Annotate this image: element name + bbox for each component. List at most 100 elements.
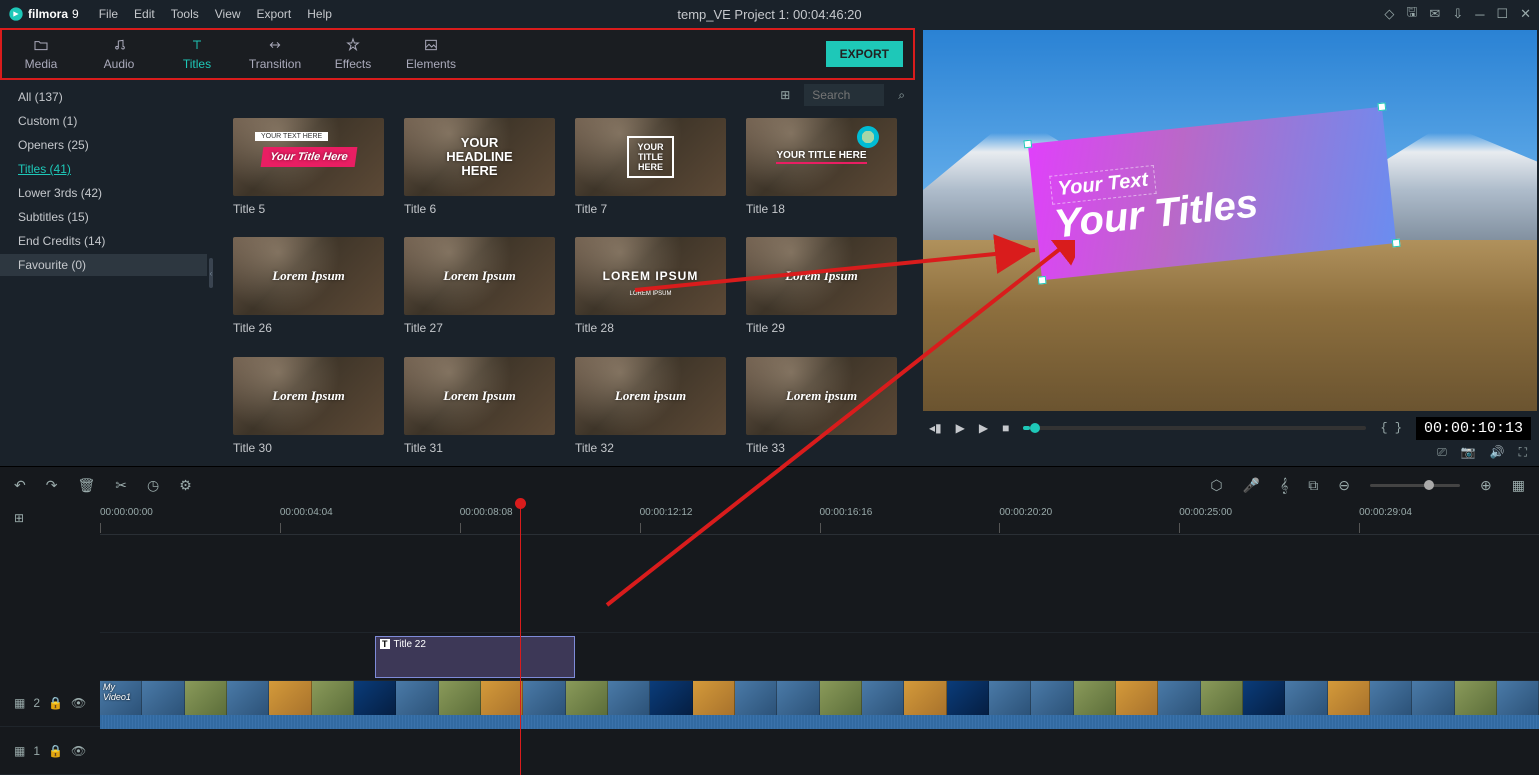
video-thumb[interactable] (904, 681, 946, 715)
export-button[interactable]: EXPORT (826, 41, 903, 67)
video-thumb[interactable] (1497, 681, 1539, 715)
title-thumbnail[interactable]: Your Title Here (233, 118, 384, 196)
title-thumbnail[interactable]: Lorem Ipsum (746, 237, 897, 315)
sidebar-item[interactable]: Subtitles (15) (0, 206, 207, 228)
title-thumbnail[interactable]: Lorem Ipsum (404, 237, 555, 315)
video-thumb[interactable] (820, 681, 862, 715)
audio-mixer-icon[interactable]: 𝄞 (1280, 477, 1288, 494)
video-thumb[interactable] (777, 681, 819, 715)
video-thumb[interactable] (1116, 681, 1158, 715)
menu-file[interactable]: File (99, 7, 118, 21)
search-input[interactable] (804, 84, 884, 106)
title-card[interactable]: YOUR TITLE HERETitle 18 (746, 118, 897, 219)
video-thumb[interactable] (523, 681, 565, 715)
progress-slider[interactable] (1023, 426, 1366, 430)
close-button[interactable]: ✕ (1520, 6, 1531, 22)
video-thumb[interactable] (735, 681, 777, 715)
menu-edit[interactable]: Edit (134, 7, 155, 21)
resize-handle[interactable] (1377, 103, 1386, 112)
resize-handle[interactable] (1023, 140, 1032, 149)
video-thumb[interactable] (693, 681, 735, 715)
split-button[interactable]: ✂ (115, 477, 127, 494)
video-thumb[interactable] (185, 681, 227, 715)
volume-icon[interactable]: 🔊 (1490, 445, 1505, 460)
video-thumb[interactable] (396, 681, 438, 715)
tab-titles[interactable]: Titles (158, 30, 236, 78)
menu-help[interactable]: Help (307, 7, 332, 21)
marker-braces[interactable]: { } (1380, 421, 1402, 435)
mail-icon[interactable]: ✉ (1429, 6, 1440, 22)
sidebar-item[interactable]: Openers (25) (0, 134, 207, 156)
video-thumb[interactable] (439, 681, 481, 715)
track-header-2[interactable]: ▦ 2 🔒 👁 (0, 679, 100, 727)
zoom-in-button[interactable]: ⊕ (1480, 477, 1492, 494)
search-icon[interactable]: ⌕ (898, 88, 905, 103)
undo-button[interactable]: ↶ (14, 477, 26, 494)
title-card[interactable]: Lorem ipsumTitle 32 (575, 357, 726, 458)
title-thumbnail[interactable]: Lorem Ipsum (233, 237, 384, 315)
menu-tools[interactable]: Tools (171, 7, 199, 21)
track-header-1[interactable]: ▦ 1 🔒 👁 (0, 727, 100, 775)
video-thumb[interactable] (1412, 681, 1454, 715)
preview-viewport[interactable]: Your Text Your Titles (923, 30, 1537, 411)
tab-effects[interactable]: Effects (314, 30, 392, 78)
video-thumb[interactable] (227, 681, 269, 715)
snapshot-icon[interactable]: 📷 (1461, 445, 1476, 460)
adjust-button[interactable]: ⚙ (179, 477, 192, 494)
stop-button[interactable]: ■ (1002, 421, 1009, 435)
play-button[interactable]: ▶ (956, 421, 965, 435)
speed-button[interactable]: ◷ (147, 477, 159, 494)
delete-button[interactable]: 🗑 (77, 477, 95, 494)
title-thumbnail[interactable]: YOURHEADLINEHERE (404, 118, 555, 196)
sidebar-item[interactable]: Titles (41) (0, 158, 207, 180)
play-forward-button[interactable]: ▶ (979, 421, 988, 435)
video-thumb[interactable] (566, 681, 608, 715)
tab-transition[interactable]: Transition (236, 30, 314, 78)
title-thumbnail[interactable]: Lorem Ipsum (233, 357, 384, 435)
title-thumbnail[interactable]: Lorem ipsum (575, 357, 726, 435)
prev-frame-button[interactable]: ◂▮ (929, 421, 942, 435)
title-thumbnail[interactable]: YOUR TITLE HERE (746, 118, 897, 196)
title-thumbnail[interactable]: LOREM IPSUM (575, 237, 726, 315)
video-thumb[interactable] (947, 681, 989, 715)
audio-waveform[interactable] (100, 715, 1539, 729)
lock-icon[interactable]: 🔒 (48, 696, 63, 710)
tab-media[interactable]: Media (2, 30, 80, 78)
title-card[interactable]: Lorem IpsumTitle 26 (233, 237, 384, 338)
maximize-button[interactable]: ☐ (1496, 6, 1508, 22)
account-icon[interactable]: ◇ (1384, 6, 1394, 22)
sidebar-item[interactable]: Favourite (0) (0, 254, 207, 276)
timeline-settings-icon[interactable]: ▦ (1512, 477, 1525, 494)
video-thumb[interactable] (269, 681, 311, 715)
record-voice-icon[interactable]: 🎤 (1243, 477, 1260, 494)
title-track[interactable]: T Title 22 (100, 633, 1539, 681)
video-thumb[interactable] (1370, 681, 1412, 715)
menu-view[interactable]: View (215, 7, 241, 21)
video-thumb[interactable] (1328, 681, 1370, 715)
title-card[interactable]: LOREM IPSUMTitle 28 (575, 237, 726, 338)
panel-resize-handle[interactable]: ‹ (207, 80, 215, 466)
lock-icon[interactable]: 🔒 (48, 744, 63, 758)
video-thumb[interactable] (862, 681, 904, 715)
zoom-out-button[interactable]: ⊖ (1338, 477, 1350, 494)
timeline-ruler[interactable]: 00:00:00:0000:00:04:0400:00:08:0800:00:1… (100, 503, 1539, 535)
video-thumb[interactable] (1158, 681, 1200, 715)
video-thumb[interactable] (312, 681, 354, 715)
menu-export[interactable]: Export (257, 7, 292, 21)
sidebar-item[interactable]: All (137) (0, 86, 207, 108)
tab-elements[interactable]: Elements (392, 30, 470, 78)
video-track[interactable] (100, 681, 1539, 729)
sidebar-item[interactable]: End Credits (14) (0, 230, 207, 252)
video-thumb[interactable] (100, 681, 142, 715)
title-card[interactable]: Lorem IpsumTitle 29 (746, 237, 897, 338)
title-card[interactable]: Lorem ipsumTitle 33 (746, 357, 897, 458)
zoom-slider[interactable] (1370, 484, 1460, 487)
title-card[interactable]: YOURTITLEHERETitle 7 (575, 118, 726, 219)
fit-icon[interactable]: ⧉ (1308, 477, 1318, 494)
video-thumb[interactable] (1201, 681, 1243, 715)
fullscreen-icon[interactable]: ⛶ (1519, 445, 1527, 460)
eye-icon[interactable]: 👁 (71, 744, 86, 758)
title-clip[interactable]: T Title 22 (375, 636, 575, 678)
title-thumbnail[interactable]: Lorem ipsum (746, 357, 897, 435)
resize-handle[interactable] (1037, 276, 1046, 285)
